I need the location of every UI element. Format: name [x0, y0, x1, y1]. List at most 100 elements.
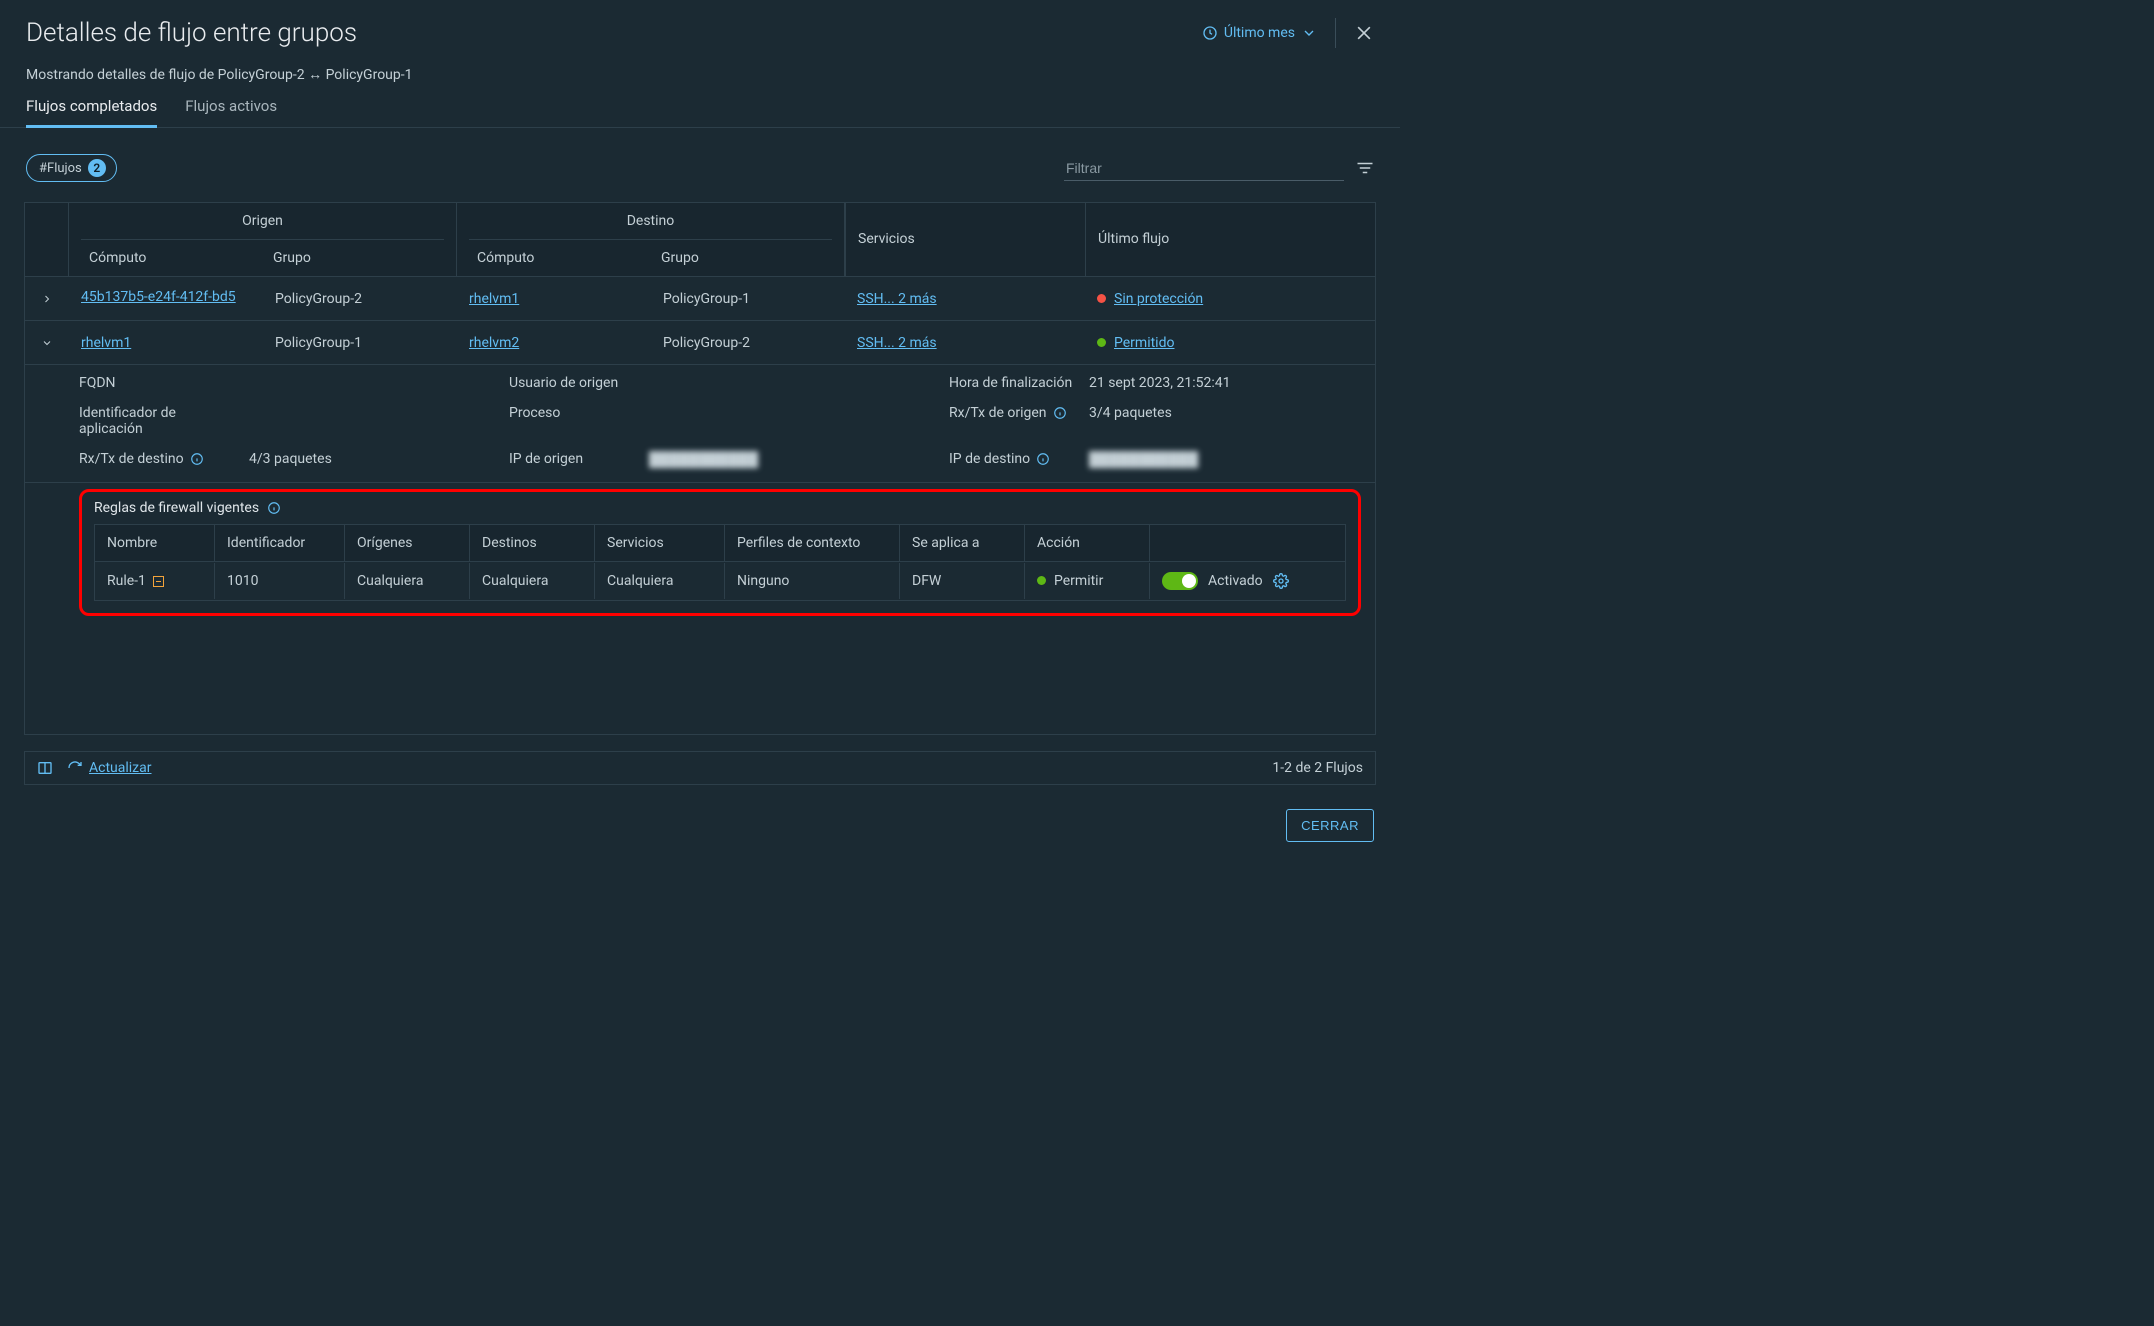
chevron-right-icon	[41, 293, 53, 305]
toolbar: #Flujos 2	[0, 128, 1400, 192]
columns-icon[interactable]	[37, 760, 53, 776]
cell-destino-computo: rhelvm2	[457, 325, 651, 361]
toggle-label: Activado	[1208, 573, 1263, 589]
expand-row-button[interactable]	[25, 293, 69, 305]
fw-th-id: Identificador	[215, 525, 345, 561]
header-right: Último mes	[1202, 18, 1374, 48]
fw-th-contexto: Perfiles de contexto	[725, 525, 900, 561]
collapse-row-button[interactable]	[25, 337, 69, 349]
cell-servicios: SSH... 2 más	[845, 325, 1085, 361]
label-usuario-origen: Usuario de origen	[509, 375, 639, 391]
cell-origen-computo: 45b137b5-e24f-412f-bd5	[69, 279, 263, 319]
services-link[interactable]: SSH... 2 más	[857, 291, 937, 307]
status-link[interactable]: Permitido	[1114, 335, 1174, 351]
cell-servicios: SSH... 2 más	[845, 281, 1085, 317]
firewall-rule-row: Rule-1 1010 Cualquiera Cualquiera Cualqu…	[95, 562, 1345, 600]
fw-cell-id: 1010	[215, 563, 345, 599]
filter-area	[1064, 156, 1374, 181]
chevron-down-icon	[1301, 25, 1317, 41]
th-origen-grupo: Grupo	[265, 240, 444, 276]
status-link[interactable]: Sin protección	[1114, 291, 1203, 307]
info-icon[interactable]	[190, 452, 204, 466]
th-group-origen: Origen Cómputo Grupo	[69, 203, 457, 276]
th-origen-computo: Cómputo	[81, 240, 265, 276]
modal-subtitle: Mostrando detalles de flujo de PolicyGro…	[0, 60, 1400, 97]
value-rxtx-destino: 4/3 paquetes	[249, 451, 499, 467]
fw-cell-accion: Permitir	[1025, 563, 1150, 599]
fw-th-destinos: Destinos	[470, 525, 595, 561]
tab-active-flows[interactable]: Flujos activos	[185, 97, 277, 127]
th-servicios: Servicios	[845, 203, 1085, 276]
flows-count-chip[interactable]: #Flujos 2	[26, 154, 117, 182]
label-ip-origen: IP de origen	[509, 451, 639, 467]
modal-header: Detalles de flujo entre grupos Último me…	[0, 0, 1400, 60]
value-hora-fin: 21 sept 2023, 21:52:41	[1089, 375, 1361, 391]
th-destino: Destino	[457, 203, 844, 239]
services-link[interactable]: SSH... 2 más	[857, 335, 937, 351]
firewall-rules-table: Nombre Identificador Orígenes Destinos S…	[94, 524, 1346, 601]
info-icon[interactable]	[267, 501, 281, 515]
close-button[interactable]: CERRAR	[1286, 809, 1374, 842]
rule-enabled-toggle[interactable]	[1162, 572, 1198, 590]
fw-cell-servicios: Cualquiera	[595, 563, 725, 599]
chevron-down-icon	[41, 337, 53, 349]
time-range-label: Último mes	[1224, 25, 1295, 41]
details-grid: FQDN Usuario de origen Hora de finalizac…	[79, 375, 1361, 468]
fw-cell-toggle: Activado	[1150, 562, 1345, 600]
filter-icon[interactable]	[1356, 161, 1374, 175]
status-dot-icon	[1097, 338, 1106, 347]
label-ip-destino: IP de destino	[949, 451, 1079, 467]
fw-th-servicios: Servicios	[595, 525, 725, 561]
row-expanded-details: FQDN Usuario de origen Hora de finalizac…	[25, 365, 1375, 483]
refresh-button[interactable]: Actualizar	[67, 760, 152, 776]
th-expand	[25, 203, 69, 276]
th-destino-grupo: Grupo	[653, 240, 832, 276]
modal-actions: CERRAR	[0, 785, 1400, 862]
cell-origen-grupo: PolicyGroup-1	[263, 325, 457, 361]
firewall-rules-title: Reglas de firewall vigentes	[94, 500, 1346, 516]
table-footer: Actualizar 1-2 de 2 Flujos	[24, 751, 1376, 785]
fw-cell-contexto: Ninguno	[725, 563, 900, 599]
fw-th-accion: Acción	[1025, 525, 1150, 561]
fw-cell-destinos: Cualquiera	[470, 563, 595, 599]
cell-destino-grupo: PolicyGroup-1	[651, 281, 845, 317]
th-destino-computo: Cómputo	[469, 240, 653, 276]
row-count-summary: 1-2 de 2 Flujos	[1272, 760, 1363, 776]
compute-link[interactable]: rhelvm2	[469, 335, 519, 351]
flow-details-modal: Detalles de flujo entre grupos Último me…	[0, 0, 1400, 862]
fw-cell-origenes: Cualquiera	[345, 563, 470, 599]
th-ultimo-flujo: Último flujo	[1085, 203, 1375, 276]
footer-left: Actualizar	[37, 760, 152, 776]
gear-icon[interactable]	[1273, 573, 1289, 589]
firewall-table-header: Nombre Identificador Orígenes Destinos S…	[95, 525, 1345, 562]
compute-link[interactable]: rhelvm1	[81, 335, 131, 351]
cell-ultimo-flujo: Permitido	[1085, 325, 1375, 361]
label-rxtx-origen: Rx/Tx de origen	[949, 405, 1079, 421]
info-icon[interactable]	[1053, 406, 1067, 420]
filter-input[interactable]	[1064, 156, 1344, 181]
table-body: 45b137b5-e24f-412f-bd5 PolicyGroup-2 rhe…	[25, 277, 1375, 734]
fw-cell-nombre: Rule-1	[95, 563, 215, 599]
status-dot-icon	[1097, 294, 1106, 303]
value-ip-destino: ███████████	[1089, 451, 1361, 468]
fw-th-origenes: Orígenes	[345, 525, 470, 561]
chip-count: 2	[88, 159, 106, 177]
table-header: Origen Cómputo Grupo Destino Cómputo Gru…	[25, 203, 1375, 277]
th-origen: Origen	[69, 203, 456, 239]
label-id-aplicacion: Identificador de aplicación	[79, 405, 239, 437]
th-group-destino: Destino Cómputo Grupo	[457, 203, 845, 276]
rule-status-icon	[153, 576, 164, 587]
cell-ultimo-flujo: Sin protección	[1085, 281, 1375, 317]
cell-destino-computo: rhelvm1	[457, 281, 651, 317]
cell-destino-grupo: PolicyGroup-2	[651, 325, 845, 361]
tab-completed-flows[interactable]: Flujos completados	[26, 97, 157, 128]
fw-th-seaplica: Se aplica a	[900, 525, 1025, 561]
time-range-selector[interactable]: Último mes	[1202, 25, 1317, 41]
info-icon[interactable]	[1036, 452, 1050, 466]
compute-link[interactable]: 45b137b5-e24f-412f-bd5	[81, 289, 236, 305]
cell-origen-computo: rhelvm1	[69, 325, 263, 361]
close-icon[interactable]	[1354, 23, 1374, 43]
fw-cell-seaplica: DFW	[900, 563, 1025, 599]
table-row: rhelvm1 PolicyGroup-1 rhelvm2 PolicyGrou…	[25, 321, 1375, 365]
compute-link[interactable]: rhelvm1	[469, 291, 519, 307]
